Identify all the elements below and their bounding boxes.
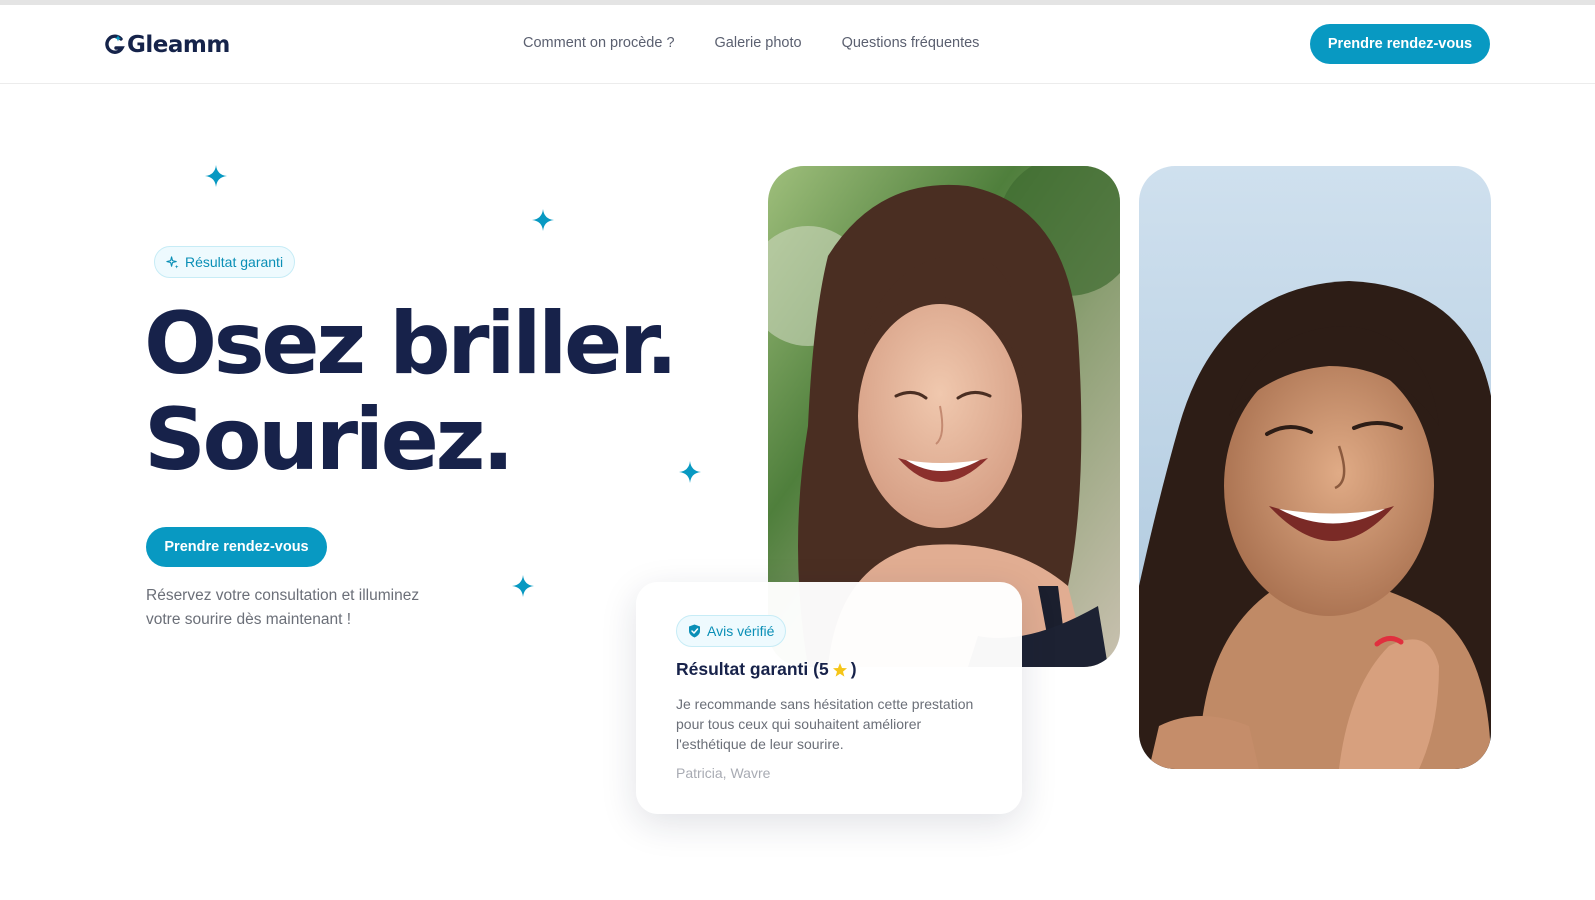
- nav-item-faq[interactable]: Questions fréquentes: [842, 35, 980, 51]
- main-nav: Comment on procède ? Galerie photo Quest…: [523, 35, 979, 51]
- review-author: Patricia, Wavre: [676, 765, 771, 781]
- hero-subtitle: Réservez votre consultation et illuminez…: [146, 587, 420, 628]
- hero-title-line-2: Souriez.: [144, 390, 515, 490]
- sparkle-decoration-icon: [205, 165, 227, 187]
- sparkle-decoration-icon: [532, 209, 554, 231]
- site-header: Gleamm Comment on procède ? Galerie phot…: [0, 5, 1595, 84]
- guarantee-badge-label: Résultat garanti: [185, 254, 284, 270]
- sparkles-icon: [166, 255, 179, 269]
- star-icon: [832, 662, 847, 677]
- nav-item-process[interactable]: Comment on procède ?: [523, 35, 675, 51]
- sparkle-decoration-icon: [512, 575, 534, 597]
- logo-mark-icon: [105, 34, 125, 54]
- hero-book-button[interactable]: Prendre rendez-vous: [146, 527, 327, 567]
- verified-review-label: Avis vérifié: [707, 623, 775, 639]
- review-title: Résultat garanti (5 ): [676, 659, 857, 680]
- hero-title-line-1: Osez briller.: [144, 294, 678, 394]
- review-card: Avis vérifié Résultat garanti (5 ) Je re…: [636, 582, 1022, 814]
- hero-title: Osez briller. Souriez.: [144, 296, 744, 488]
- review-title-close: ): [850, 659, 857, 679]
- review-text: Je recommande sans hésitation cette pres…: [676, 696, 974, 752]
- nav-item-gallery[interactable]: Galerie photo: [715, 35, 802, 51]
- guarantee-badge: Résultat garanti: [154, 246, 296, 278]
- header-book-button[interactable]: Prendre rendez-vous: [1310, 24, 1490, 64]
- brand-name: Gleamm: [127, 32, 230, 58]
- verified-review-badge: Avis vérifié: [676, 615, 787, 647]
- brand-logo[interactable]: Gleamm: [105, 29, 230, 61]
- shield-check-icon: [689, 624, 700, 638]
- smiling-woman-photo-2: [1139, 166, 1491, 769]
- review-title-text: Résultat garanti (5: [676, 659, 829, 679]
